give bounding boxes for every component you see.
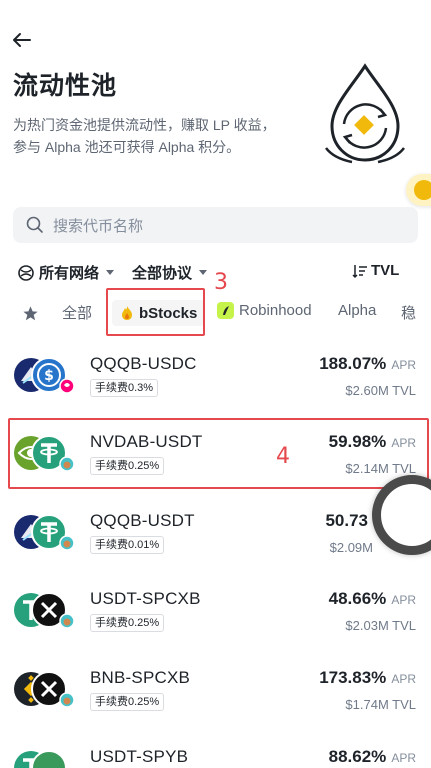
search-input[interactable]: 搜索代币名称	[53, 215, 143, 236]
protocol-filter[interactable]: 全部协议	[132, 262, 208, 283]
tab-alpha-label: Alpha	[338, 302, 377, 319]
description-line-1: 为热门资金池提供流动性，赚取 LP 收益，	[13, 117, 276, 133]
back-arrow-icon[interactable]	[8, 26, 36, 54]
star-icon[interactable]	[22, 305, 39, 322]
annotation-number-4: 4	[276, 444, 290, 469]
floating-assistant-button[interactable]	[406, 174, 431, 206]
tab-robinhood-label: Robinhood	[239, 302, 312, 319]
robinhood-logo-icon	[217, 302, 234, 319]
tab-all-label: 全部	[62, 305, 93, 322]
qqqb-usdc-pair-icon: $	[14, 357, 75, 394]
pool-pair-name: QQQB-USDC	[90, 354, 197, 373]
usdt-spyb-pair-icon	[14, 750, 67, 768]
search-bar[interactable]: 搜索代币名称	[13, 207, 418, 243]
tvl-value: $2.09M	[329, 540, 373, 555]
fee-badge: 手续费0.01%	[90, 536, 165, 554]
apr-value: 173.83% APR	[319, 668, 416, 688]
apr-number: 50.73	[325, 511, 368, 530]
pool-pair-name: QQQB-USDT	[90, 511, 195, 530]
sort-icon	[352, 264, 367, 278]
sort-tvl-button[interactable]: TVL	[352, 262, 399, 279]
description-line-2: 参与 Alpha 池还可获得 Alpha 积分。	[13, 139, 241, 155]
tab-alpha[interactable]: Alpha	[338, 302, 376, 319]
smile-icon	[414, 180, 431, 200]
liquidity-drop-icon	[325, 63, 405, 164]
page-title: 流动性池	[13, 72, 118, 100]
sort-label: TVL	[371, 262, 400, 279]
fee-badge: 手续费0.25%	[90, 693, 165, 711]
apr-number: 88.62%	[328, 747, 387, 766]
search-icon	[26, 216, 43, 233]
apr-number: 173.83%	[319, 668, 387, 687]
category-tabs: 全部 bStocks Robinhood Alpha 稳	[0, 296, 431, 330]
bnb-spcxb-pair-icon	[14, 671, 75, 708]
page-description: 为热门资金池提供流动性，赚取 LP 收益， 参与 Alpha 池还可获得 Alp…	[13, 114, 313, 158]
tvl-value: $2.03M TVL	[345, 618, 416, 633]
apr-label: APR	[391, 672, 416, 686]
usdt-spcxb-pair-icon	[14, 592, 75, 629]
protocol-filter-label: 全部协议	[132, 265, 193, 282]
tab-stable-label: 稳	[401, 305, 417, 322]
svg-text:$: $	[44, 368, 54, 384]
network-filter-label: 所有网络	[39, 265, 100, 282]
apr-label: APR	[391, 593, 416, 607]
pool-pair-name: BNB-SPCXB	[90, 668, 191, 687]
annotation-box-row	[8, 418, 429, 489]
network-filter[interactable]: 所有网络	[17, 262, 115, 283]
chevron-down-icon	[199, 270, 208, 275]
apr-value: 48.66% APR	[329, 589, 416, 609]
chevron-down-icon	[106, 270, 115, 275]
qqqb-usdt-pair-icon	[14, 514, 75, 551]
pool-pair-name: USDT-SPYB	[90, 747, 189, 766]
pool-row[interactable]: BNB-SPCXB 手续费0.25% 173.83% APR $1.74M TV…	[0, 666, 431, 736]
apr-value: 188.07% APR	[319, 354, 416, 374]
network-icon	[18, 264, 34, 281]
tab-robinhood[interactable]: Robinhood	[217, 302, 312, 319]
annotation-box-tab	[106, 288, 205, 336]
pool-row[interactable]: $ QQQB-USDC 手续费0.3% 188.07% APR $2.60M T…	[0, 352, 431, 422]
apr-label: APR	[391, 358, 416, 372]
apr-value: 50.73	[325, 511, 373, 531]
apr-number: 48.66%	[328, 589, 387, 608]
apr-number: 188.07%	[319, 354, 387, 373]
tvl-value: $2.60M TVL	[345, 383, 416, 398]
pool-pair-name: USDT-SPCXB	[90, 589, 201, 608]
pool-row[interactable]: USDT-SPYB 88.62% APR	[0, 745, 431, 768]
fee-badge: 手续费0.3%	[90, 379, 159, 397]
tab-stable[interactable]: 稳	[401, 302, 416, 323]
fee-badge: 手续费0.25%	[90, 614, 165, 632]
tab-all[interactable]: 全部	[62, 302, 92, 323]
apr-value: 88.62% APR	[329, 747, 416, 767]
pool-row[interactable]: USDT-SPCXB 手续费0.25% 48.66% APR $2.03M TV…	[0, 587, 431, 657]
annotation-number-3: 3	[214, 270, 228, 295]
apr-label: APR	[391, 751, 416, 765]
pool-row[interactable]: QQQB-USDT 手续费0.01% 50.73 $2.09M	[0, 509, 431, 579]
tvl-value: $1.74M TVL	[345, 697, 416, 712]
